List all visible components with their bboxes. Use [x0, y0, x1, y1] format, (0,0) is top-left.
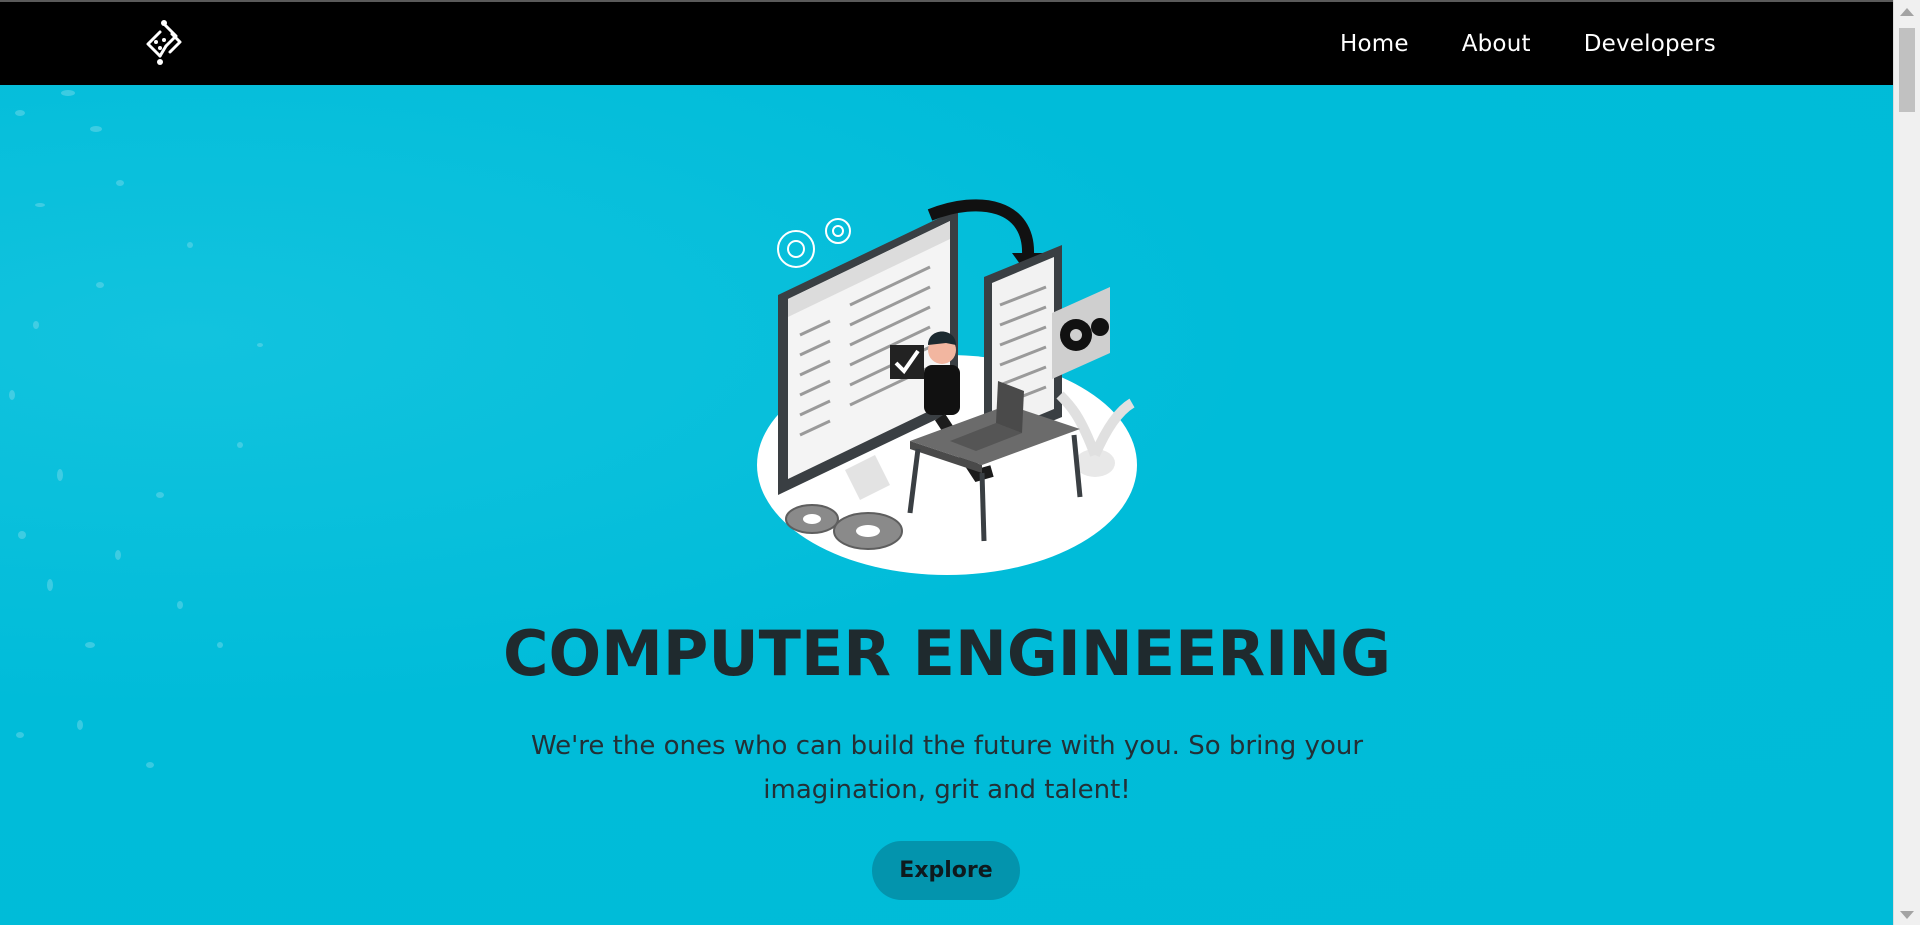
vertical-scrollbar[interactable]: [1893, 0, 1920, 925]
hero-subtitle: We're the ones who can build the future …: [530, 731, 1364, 805]
scroll-down-arrow-icon[interactable]: [1900, 911, 1914, 919]
nav-link-about[interactable]: About: [1462, 31, 1531, 57]
window-top-edge: [0, 0, 1920, 2]
top-navbar: Home About Developers: [0, 2, 1894, 85]
page: Home About Developers COMPUTER ENGINEERI…: [0, 0, 1920, 925]
scroll-thumb[interactable]: [1899, 28, 1915, 112]
water-texture: [9, 90, 263, 768]
nav-link-home[interactable]: Home: [1340, 31, 1409, 57]
main-nav: Home About Developers: [1287, 2, 1716, 85]
scroll-up-arrow-icon[interactable]: [1900, 8, 1914, 16]
explore-button[interactable]: Explore: [872, 841, 1020, 900]
developer-at-desk-illustration: [757, 199, 1137, 575]
circuit-diamond-logo-icon[interactable]: [142, 18, 190, 70]
hero-title: COMPUTER ENGINEERING: [502, 617, 1392, 690]
nav-link-developers[interactable]: Developers: [1584, 31, 1716, 57]
